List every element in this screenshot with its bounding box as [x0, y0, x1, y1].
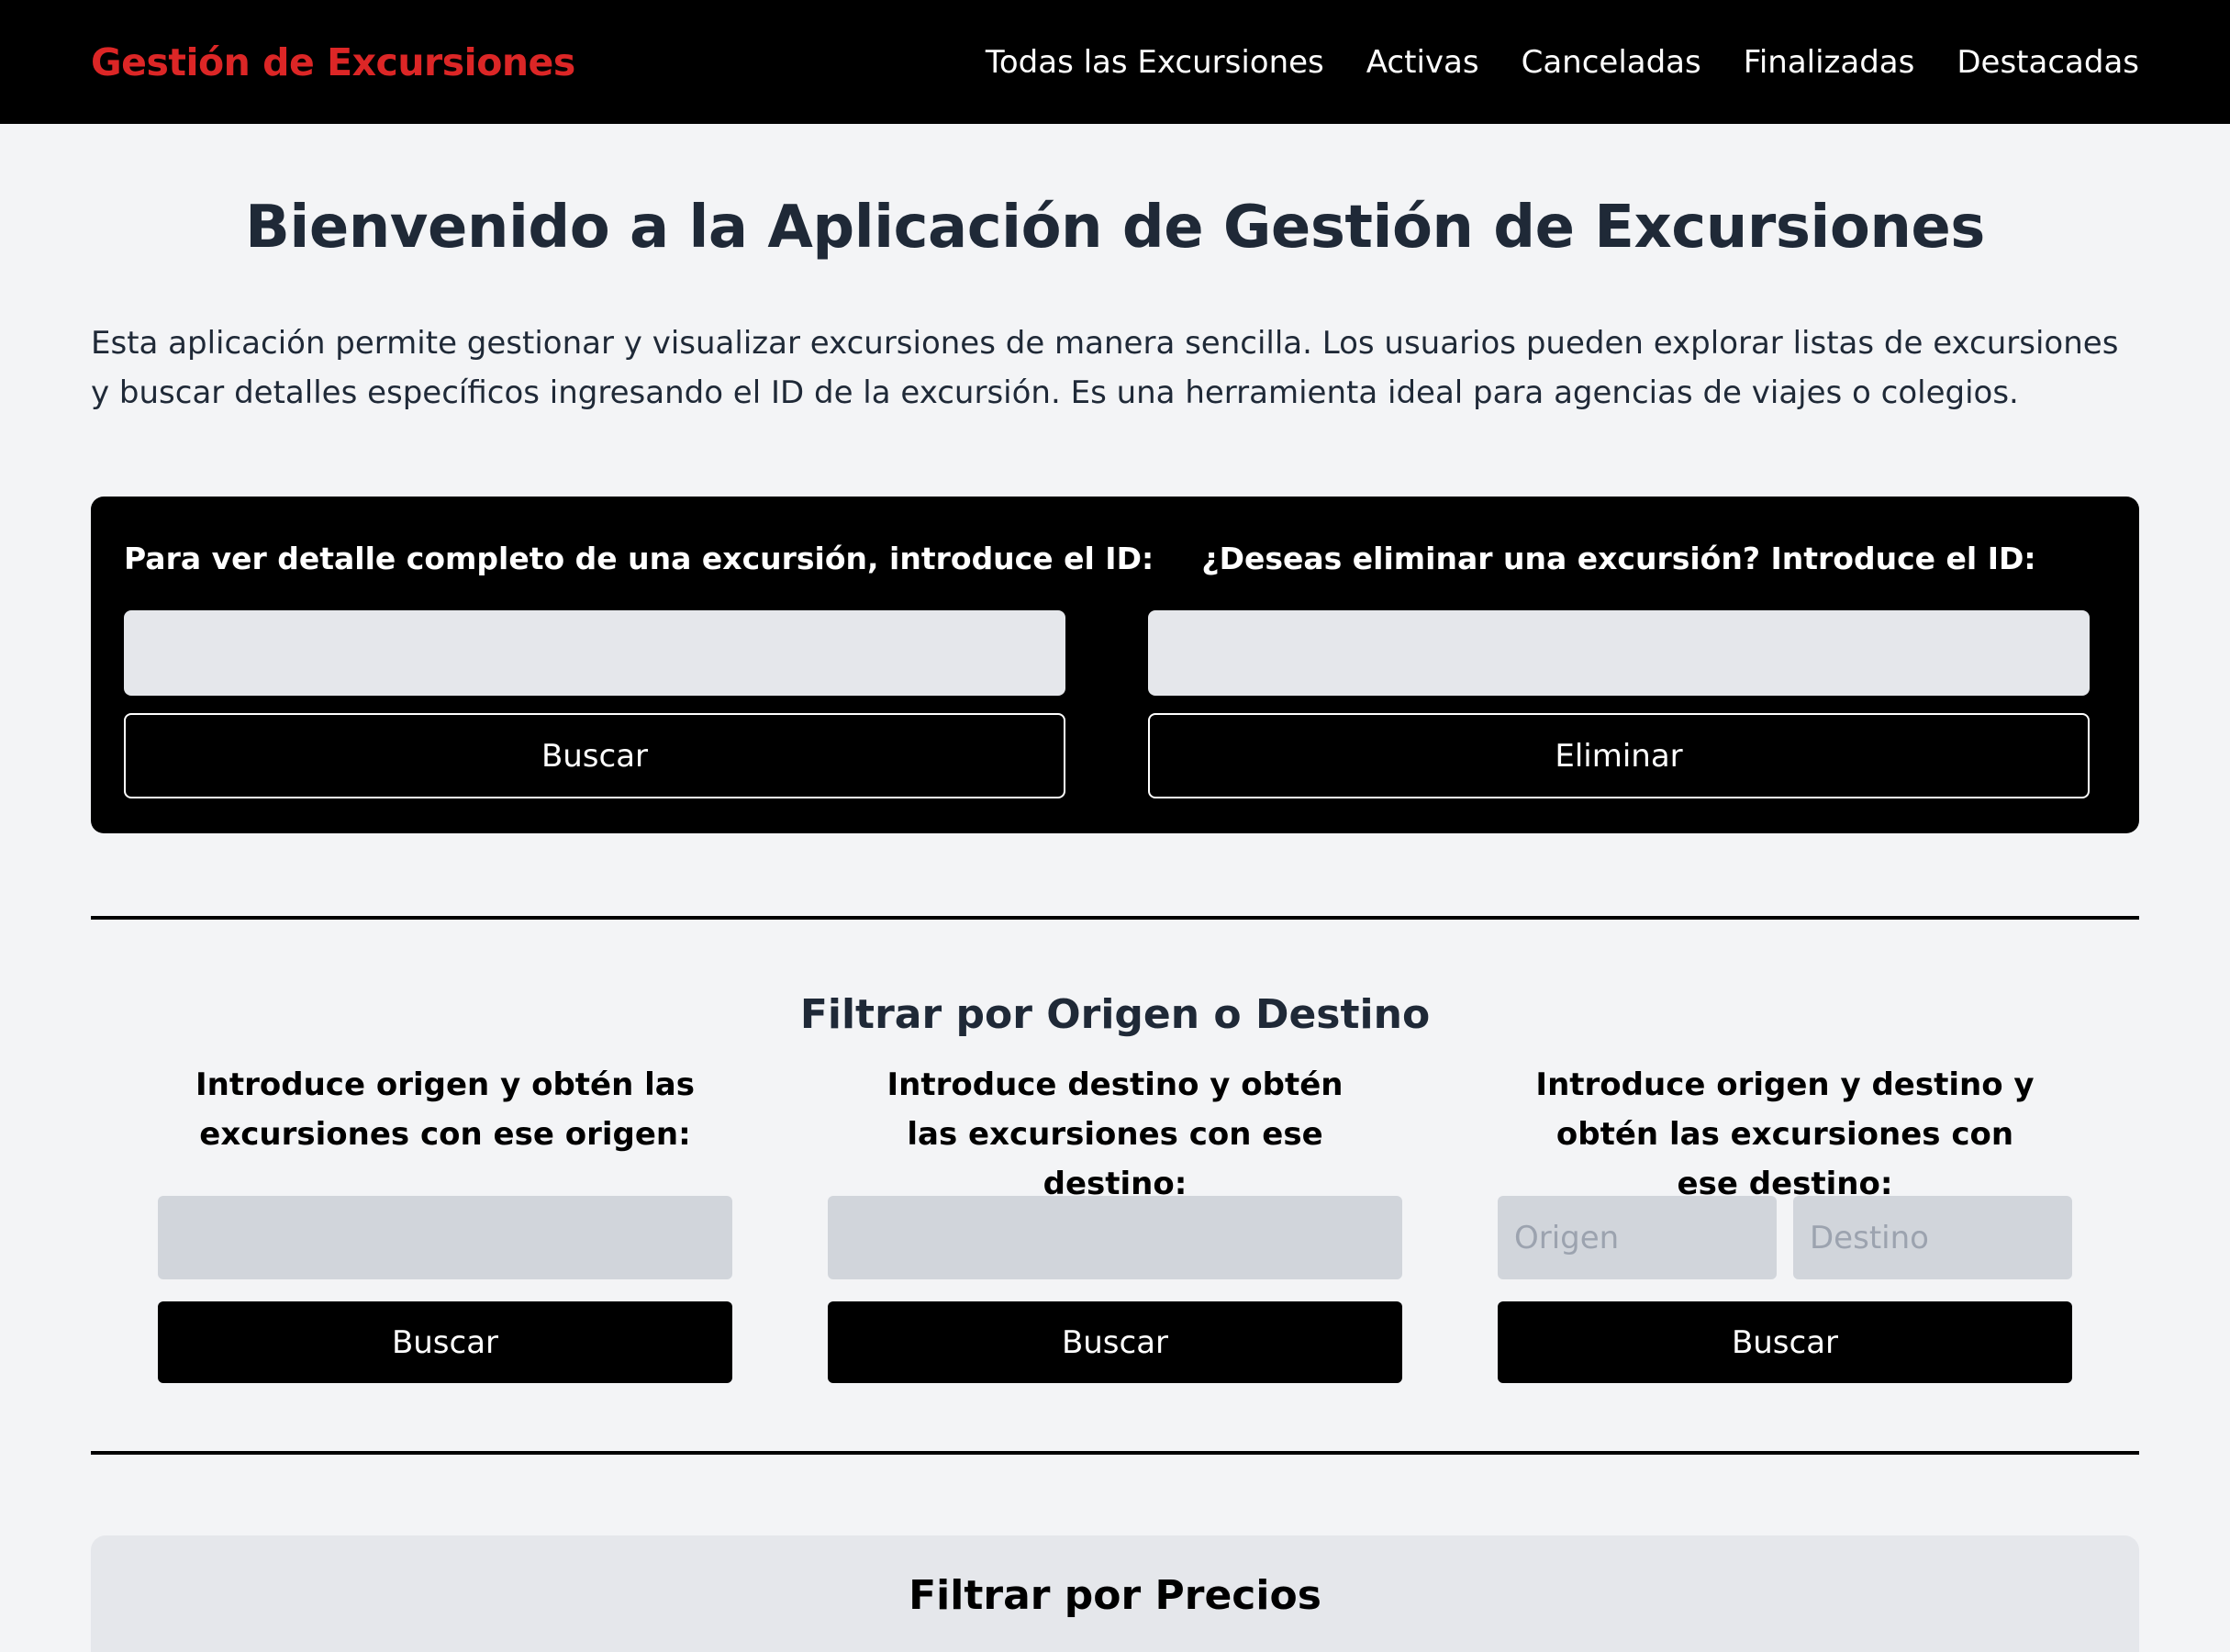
- delete-id-label: ¿Deseas eliminar una excursión? Introduc…: [1201, 541, 2036, 576]
- filter-origin-label: Introduce origen y obtén las excursiones…: [195, 1066, 695, 1153]
- price-filter-title: Filtrar por Precios: [909, 1572, 1321, 1619]
- intro-text: Esta aplicación permite gestionar y visu…: [91, 325, 2119, 411]
- delete-column: ¿Deseas eliminar una excursión? Introduc…: [1148, 533, 2090, 800]
- main-container: Bienvenido a la Aplicación de Gestión de…: [91, 124, 2139, 1652]
- delete-button[interactable]: Eliminar: [1148, 713, 2090, 798]
- filter-destination-label: Introduce destino y obtén las excursione…: [886, 1066, 1344, 1202]
- origin-search-button[interactable]: Buscar: [158, 1301, 732, 1383]
- filter-origin-column: Introduce origen y obtén las excursiones…: [158, 1060, 732, 1383]
- destination-input[interactable]: [828, 1196, 1402, 1279]
- nav-link-canceladas[interactable]: Canceladas: [1522, 44, 1701, 81]
- navbar: Gestión de Excursiones Todas las Excursi…: [0, 0, 2230, 124]
- nav-link-finalizadas[interactable]: Finalizadas: [1744, 44, 1915, 81]
- brand-logo-text[interactable]: Gestión de Excursiones: [91, 40, 575, 84]
- both-input-row: [1498, 1196, 2072, 1279]
- origin-input[interactable]: [158, 1196, 732, 1279]
- filter-origin-destination-title: Filtrar por Origen o Destino: [799, 991, 1431, 1038]
- delete-id-input[interactable]: [1148, 610, 2090, 696]
- filter-grid: Introduce origen y obtén las excursiones…: [91, 1060, 2139, 1383]
- detail-id-input[interactable]: [124, 610, 1065, 696]
- price-filter-panel: Filtrar por Precios: [91, 1535, 2139, 1652]
- filter-both-column: Introduce origen y destino y obtén las e…: [1498, 1060, 2072, 1383]
- section-divider: [91, 1451, 2139, 1455]
- detail-search-button[interactable]: Buscar: [124, 713, 1065, 798]
- section-divider: [91, 916, 2139, 920]
- destination-search-button[interactable]: Buscar: [828, 1301, 1402, 1383]
- both-search-button[interactable]: Buscar: [1498, 1301, 2072, 1383]
- nav-link-todas[interactable]: Todas las Excursiones: [986, 44, 1324, 81]
- detail-id-label: Para ver detalle completo de una excursi…: [124, 541, 1154, 576]
- nav-link-activas[interactable]: Activas: [1366, 44, 1479, 81]
- id-actions-panel: Para ver detalle completo de una excursi…: [91, 497, 2139, 833]
- detail-search-column: Para ver detalle completo de una excursi…: [124, 533, 1154, 800]
- both-origin-input[interactable]: [1498, 1196, 1777, 1279]
- filter-destination-column: Introduce destino y obtén las excursione…: [828, 1060, 1402, 1383]
- both-destination-input[interactable]: [1793, 1196, 2072, 1279]
- filter-both-label: Introduce origen y destino y obtén las e…: [1535, 1066, 2035, 1202]
- nav-link-destacadas[interactable]: Destacadas: [1957, 44, 2139, 81]
- page-title: Bienvenido a la Aplicación de Gestión de…: [245, 194, 1985, 262]
- nav-links: Todas las Excursiones Activas Canceladas…: [943, 44, 2139, 81]
